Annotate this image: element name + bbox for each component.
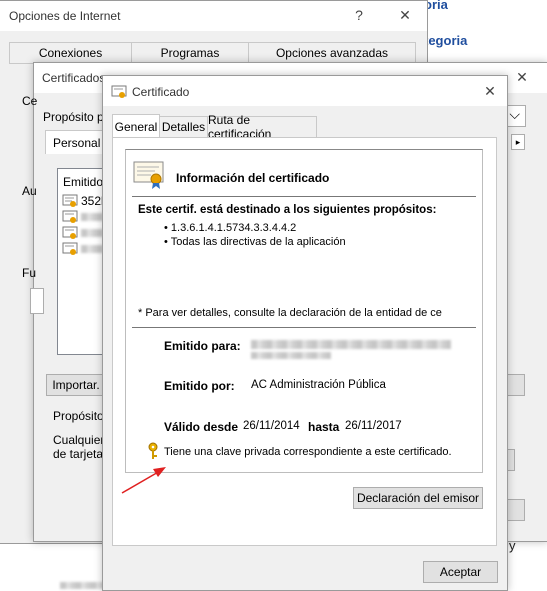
info-box: Información del certificado Este certif.…	[125, 149, 483, 473]
certificate-icon	[62, 242, 78, 255]
issued-to-redacted-2	[251, 352, 331, 359]
valid-from-label: Válido desde	[164, 420, 239, 434]
certificado-close-button[interactable]: ✕	[480, 83, 500, 100]
label-au: Au	[22, 184, 37, 198]
background-heading-2: tegoria	[424, 33, 468, 48]
certificados-close-button[interactable]: ✕	[512, 69, 532, 86]
certificados-title: Certificados	[42, 71, 106, 85]
issued-header[interactable]: Emitido	[63, 175, 103, 189]
purpose-item-2: • Todas las directivas de la aplicación	[164, 236, 346, 248]
tab-scroll-arrow[interactable]: ▸	[511, 134, 525, 150]
issued-to-label: Emitido para:	[164, 339, 241, 353]
tab-general[interactable]: General	[112, 114, 160, 138]
info-divider-bottom	[132, 327, 476, 328]
valid-to-label: hasta	[308, 420, 340, 434]
key-icon	[148, 442, 158, 459]
purpose-item-1: • 1.3.6.1.4.1.5734.3.3.4.4.2	[164, 222, 297, 234]
internet-options-title: Opciones de Internet	[9, 9, 121, 23]
chevron-down-icon: ⌵	[509, 106, 520, 122]
tab-ruta-certificacion[interactable]: Ruta de certificación	[207, 113, 317, 141]
tab-programas[interactable]: Programas	[131, 42, 249, 64]
certificate-icon	[62, 226, 78, 239]
side-box	[30, 288, 44, 314]
label-ce: Ce	[22, 94, 38, 108]
info-title: Información del certificado	[176, 171, 330, 185]
tab-opciones-avanzadas[interactable]: Opciones avanzadas	[248, 42, 416, 64]
issued-to-redacted	[251, 340, 451, 349]
help-button[interactable]: ?	[349, 7, 369, 23]
certificate-icon	[62, 210, 78, 223]
accept-button[interactable]: Aceptar	[423, 561, 498, 583]
certificate-icon	[62, 194, 78, 207]
purposes-text-2: de tarjeta	[53, 447, 104, 461]
issuer-statement-button[interactable]: Declaración del emisor	[353, 487, 483, 509]
certificado-title: Certificado	[132, 85, 190, 99]
issued-by-label: Emitido por:	[164, 379, 235, 393]
tab-conexiones[interactable]: Conexiones	[9, 42, 132, 64]
details-note: * Para ver detalles, consulte la declara…	[138, 307, 442, 319]
import-button[interactable]: Importar.	[46, 374, 106, 396]
valid-to-value: 26/11/2017	[345, 420, 402, 432]
certificado-window: Certificado ✕ General Detalles Ruta de c…	[102, 75, 508, 591]
internet-options-close-button[interactable]: ✕	[395, 7, 415, 24]
private-key-text: Tiene una clave privada correspondiente …	[164, 446, 452, 458]
tab-detalles[interactable]: Detalles	[159, 116, 208, 138]
purposes-heading: Este certif. está destinado a los siguie…	[138, 204, 437, 216]
certificate-large-icon	[133, 161, 164, 189]
info-divider-top	[132, 196, 476, 197]
label-fu: Fu	[22, 266, 37, 280]
valid-from-value: 26/11/2014	[243, 420, 300, 432]
issued-by-value: AC Administración Pública	[251, 379, 386, 391]
tab-personal[interactable]: Personal	[45, 130, 103, 154]
certificate-title-icon	[111, 85, 127, 98]
